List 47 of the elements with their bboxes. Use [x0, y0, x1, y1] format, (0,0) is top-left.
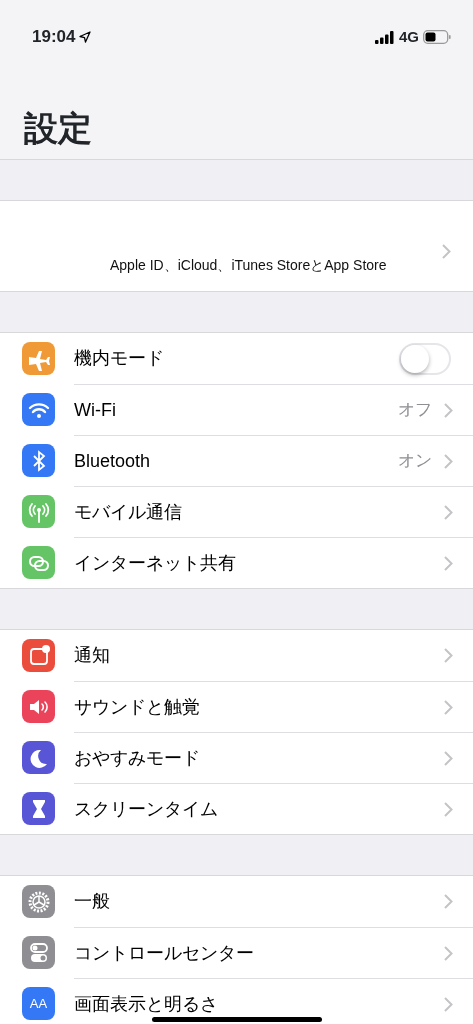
row-label: 画面表示と明るさ: [74, 993, 218, 1015]
chevron-icon: [444, 996, 453, 1012]
chevron-icon: [444, 699, 453, 715]
settings-row[interactable]: Wi-Fi オフ: [0, 384, 473, 435]
row-label: 通知: [74, 645, 110, 666]
row-label: Bluetooth: [74, 450, 151, 472]
settings-row[interactable]: インターネット共有: [0, 537, 473, 588]
text-size-icon: AA: [22, 987, 55, 1020]
row-value: オフ: [398, 399, 432, 422]
settings-row[interactable]: 通知: [0, 630, 473, 681]
row-label: インターネット共有: [74, 552, 236, 574]
settings-row[interactable]: 機内モード: [0, 333, 473, 384]
battery-icon: [423, 30, 451, 44]
row-label: スクリーンタイム: [74, 798, 218, 820]
signal-icon: [375, 30, 395, 44]
chevron-icon: [444, 504, 453, 520]
row-label: Wi-Fi: [74, 399, 116, 421]
row-label: コントロールセンター: [74, 942, 254, 964]
settings-row[interactable]: おやすみモード: [0, 732, 473, 783]
chevron-icon: [444, 648, 453, 663]
chevron-icon: [442, 244, 451, 260]
chevron-icon: [444, 750, 453, 766]
row-value: オン: [398, 450, 432, 473]
row-label: 一般: [74, 891, 110, 912]
row-label: モバイル通信: [74, 501, 182, 523]
row-label: サウンドと触覚: [74, 696, 200, 718]
chevron-icon: [444, 402, 453, 418]
chevron-icon: [444, 801, 453, 817]
location-icon: [79, 31, 92, 43]
settings-row[interactable]: 一般: [0, 876, 473, 927]
settings-row[interactable]: コントロールセンター: [0, 927, 473, 978]
account-row[interactable]: Apple ID、iCloud、iTunes StoreとApp Store: [0, 200, 473, 292]
status-time: 19:04: [32, 26, 76, 49]
chevron-icon: [444, 945, 453, 961]
settings-row[interactable]: モバイル通信: [0, 486, 473, 537]
settings-row[interactable]: サウンドと触覚: [0, 681, 473, 732]
row-label: おやすみモード: [74, 747, 200, 769]
settings-row[interactable]: スクリーンタイム: [0, 783, 473, 834]
settings-row[interactable]: Bluetooth オン: [0, 435, 473, 486]
row-label: 機内モード: [74, 348, 164, 369]
chevron-icon: [444, 894, 453, 909]
page-title: 設定: [24, 109, 92, 147]
chevron-icon: [444, 555, 453, 571]
account-subtitle: Apple ID、iCloud、iTunes StoreとApp Store: [110, 256, 387, 275]
toggle-switch[interactable]: [399, 342, 451, 375]
network-label: 4G: [399, 26, 419, 47]
chevron-icon: [444, 453, 453, 469]
